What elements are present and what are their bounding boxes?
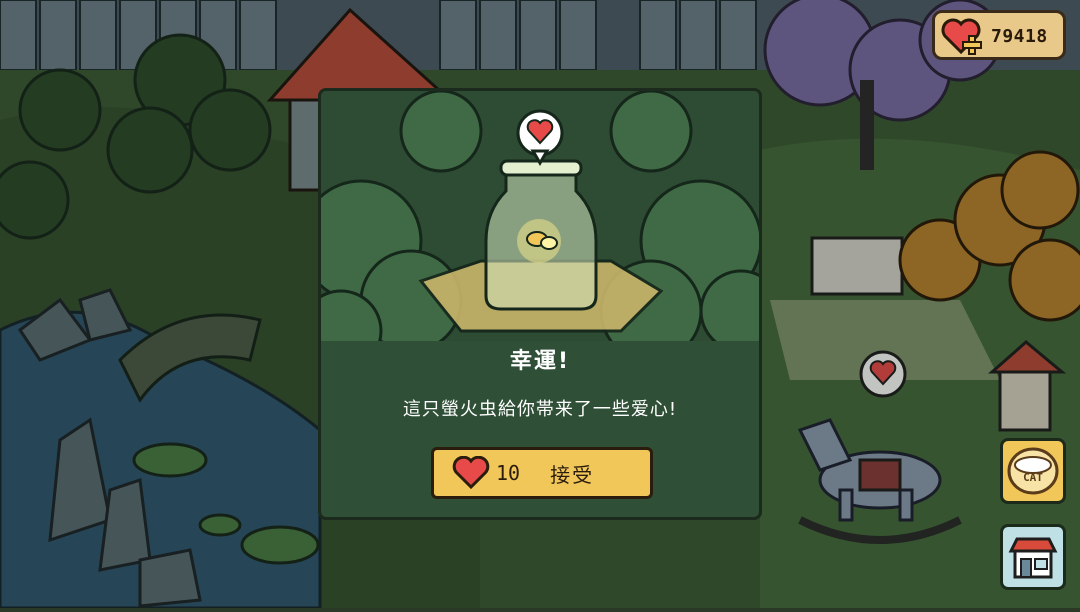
- cat-button-label: CAT: [1023, 471, 1043, 484]
- firefly-jar-illustration: [321, 91, 759, 341]
- accept-button[interactable]: 10 接受: [431, 447, 653, 499]
- shop-button[interactable]: [1000, 524, 1066, 590]
- firefly-dialog: 幸運! 這只螢火虫給你帯来了一些爱心! 10 接受: [318, 88, 762, 520]
- dialog-message: 這只螢火虫給你帯来了一些爱心!: [402, 399, 678, 420]
- cat-button[interactable]: CAT: [1000, 438, 1066, 504]
- hearts-counter[interactable]: 79418: [932, 10, 1066, 60]
- heart-reward-amount: 10: [496, 461, 521, 485]
- heart-icon: [452, 456, 490, 490]
- hearts-amount: 79418: [991, 26, 1048, 47]
- accept-label: 接受: [550, 462, 595, 487]
- heart-plus-icon: [941, 18, 982, 55]
- dialog-title: 幸運!: [509, 349, 571, 374]
- shop-icon: [1008, 537, 1058, 579]
